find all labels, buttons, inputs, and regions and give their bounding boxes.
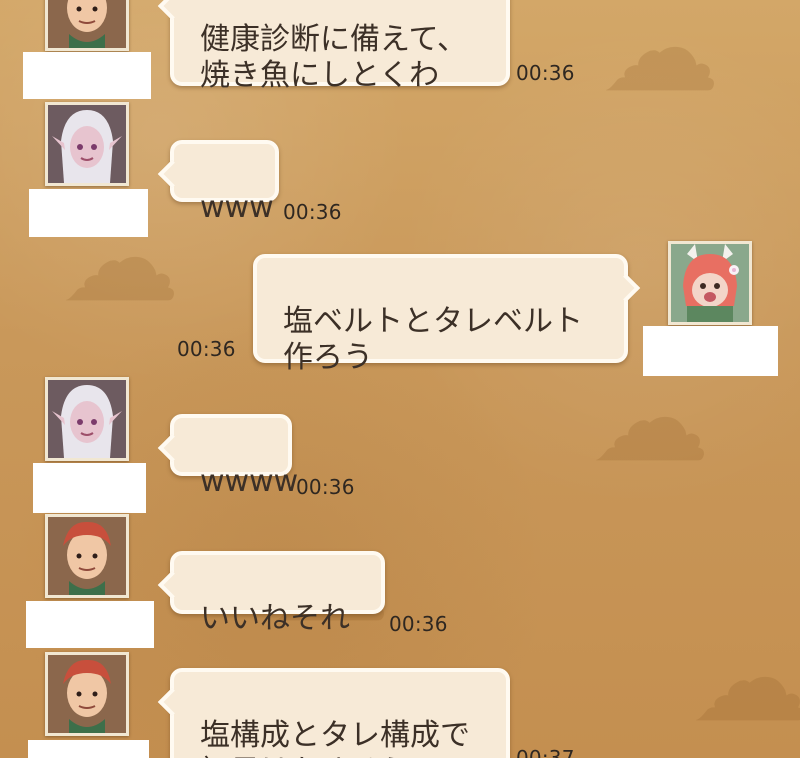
white-haired-elf-avatar[interactable] bbox=[45, 102, 129, 186]
pink-haired-girl-avatar-icon bbox=[671, 244, 749, 322]
chat-bubble[interactable]: 塩ベルトとタレベルト 作ろう bbox=[253, 254, 628, 375]
slime-watermark-icon: ☁ bbox=[590, 350, 710, 489]
message-timestamp: 00:36 bbox=[389, 612, 448, 636]
message-timestamp: 00:36 bbox=[177, 337, 236, 361]
chat-bubble[interactable]: いいねそれ bbox=[170, 551, 385, 636]
red-haired-hero-avatar-icon bbox=[48, 517, 126, 595]
message-text: 健康診断に備えて、 焼き魚にしとくわ bbox=[200, 22, 467, 93]
username-label-redacted bbox=[23, 52, 151, 99]
message-text: www bbox=[200, 190, 274, 225]
chat-bubble[interactable]: 健康診断に備えて、 焼き魚にしとくわ bbox=[170, 0, 510, 93]
message-timestamp: 00:36 bbox=[296, 475, 355, 499]
white-haired-elf-avatar-icon bbox=[48, 380, 126, 458]
message-text: wwww bbox=[200, 464, 299, 499]
message-timestamp: 00:37 bbox=[516, 746, 575, 758]
username-label-redacted bbox=[643, 326, 778, 376]
pink-haired-girl-avatar[interactable] bbox=[668, 241, 752, 325]
username-label-redacted bbox=[29, 189, 148, 237]
username-label-redacted bbox=[28, 740, 149, 758]
red-haired-hero-avatar-icon bbox=[48, 655, 126, 733]
white-haired-elf-avatar[interactable] bbox=[45, 377, 129, 461]
message-text: 塩構成とタレ構成で 初日はもめそう bbox=[200, 718, 470, 758]
red-haired-hero-avatar[interactable] bbox=[45, 0, 129, 51]
slime-watermark-icon: ☁ bbox=[690, 610, 800, 749]
white-haired-elf-avatar-icon bbox=[48, 105, 126, 183]
username-label-redacted bbox=[33, 463, 146, 513]
chat-log: ☁ ☁ ☁ ☁ ☁ 健康診断に備えて、 焼き魚にしとくわ 00:36 bbox=[0, 0, 800, 758]
chat-bubble[interactable]: wwww bbox=[170, 414, 298, 499]
red-haired-hero-avatar[interactable] bbox=[45, 514, 129, 598]
username-label-redacted bbox=[26, 601, 154, 648]
red-haired-hero-avatar-icon bbox=[48, 0, 126, 48]
message-text: 塩ベルトとタレベルト 作ろう bbox=[283, 304, 583, 375]
message-timestamp: 00:36 bbox=[516, 61, 575, 85]
red-haired-hero-avatar[interactable] bbox=[45, 652, 129, 736]
chat-bubble[interactable]: 塩構成とタレ構成で 初日はもめそう bbox=[170, 668, 510, 758]
message-text: いいねそれ bbox=[200, 601, 350, 636]
message-timestamp: 00:36 bbox=[283, 200, 342, 224]
chat-bubble[interactable]: www bbox=[170, 140, 279, 225]
slime-watermark-icon: ☁ bbox=[600, 0, 720, 119]
